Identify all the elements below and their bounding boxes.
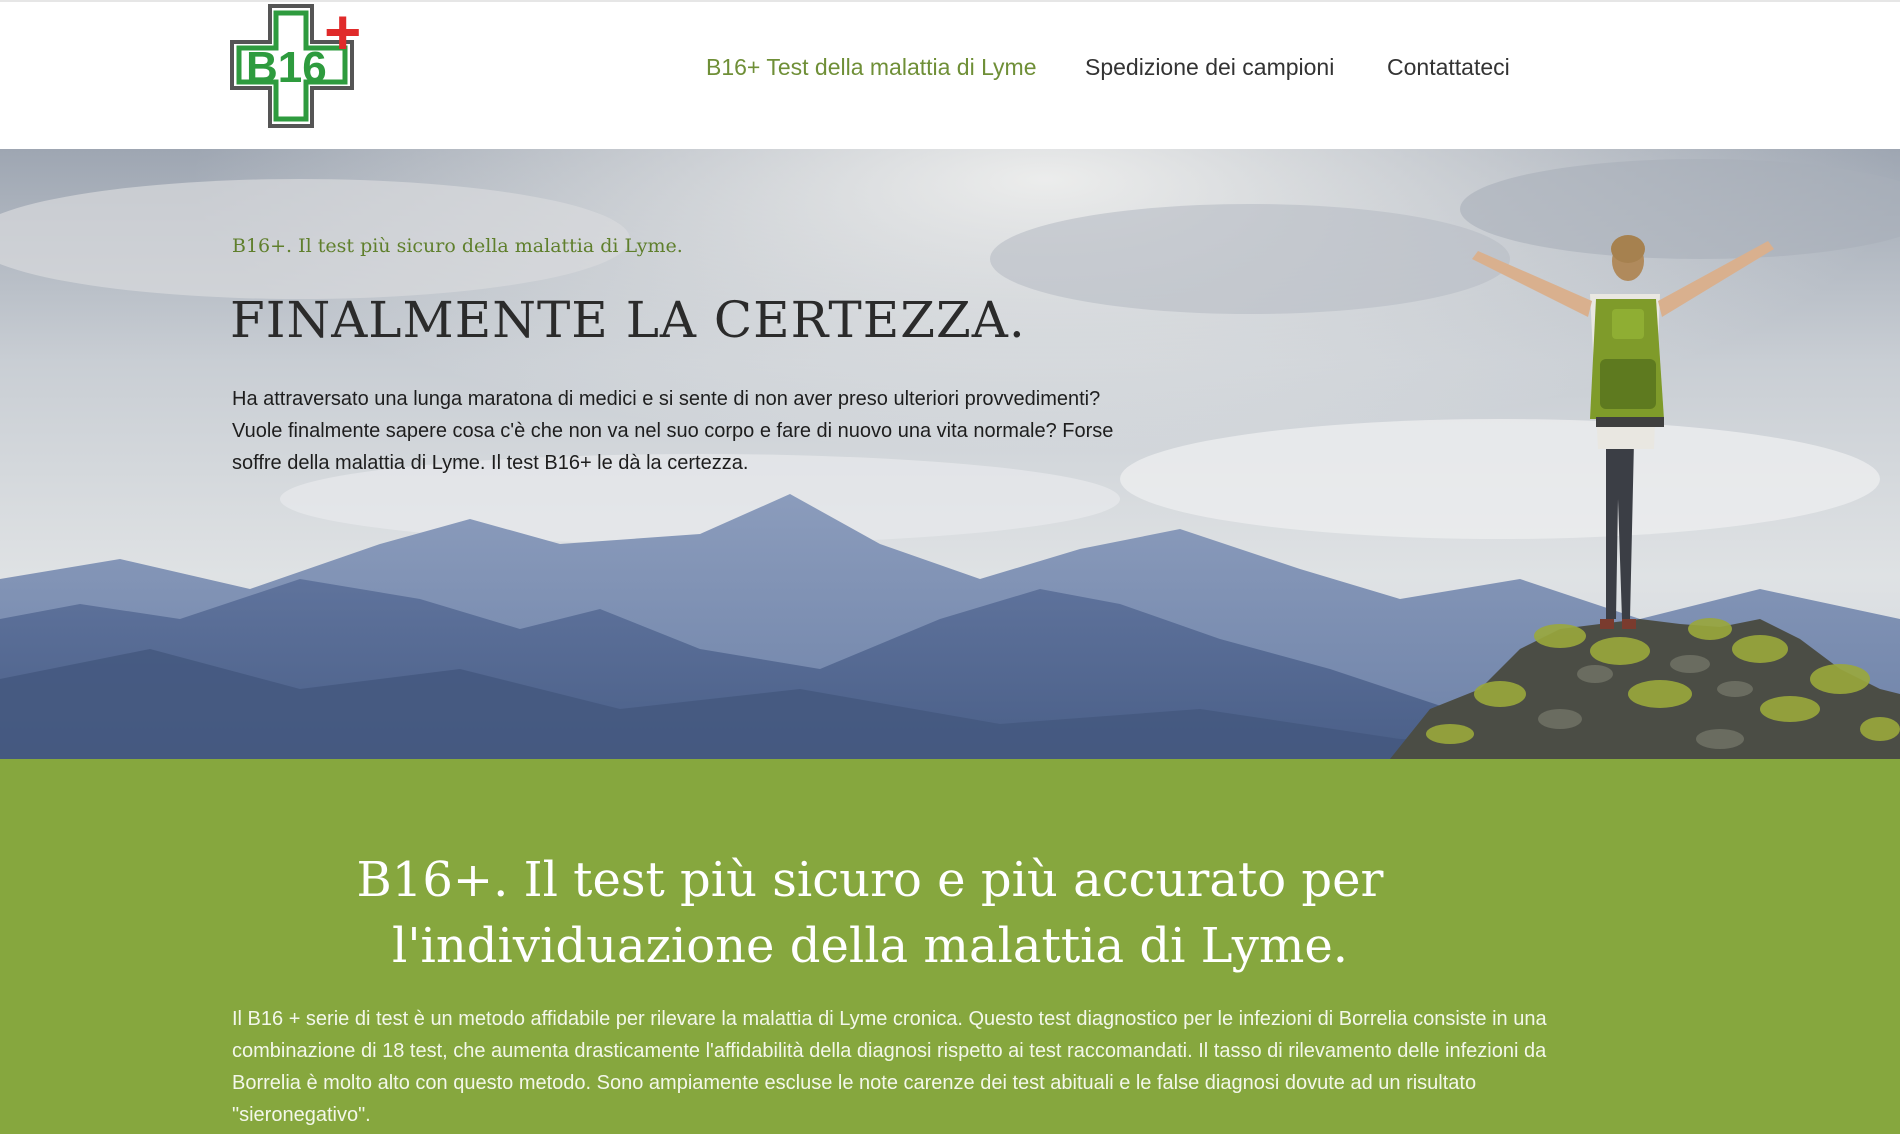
info-section: B16+. Il test più sicuro e più accurato … xyxy=(0,759,1900,1134)
hero-kicker: B16+. Il test più sicuro della malattia … xyxy=(232,235,683,257)
page: B16 + B16+ Test della malattia di Lyme S… xyxy=(0,0,1900,1134)
b16-logo[interactable]: B16 + xyxy=(230,4,366,128)
nav-link-lyme-test[interactable]: B16+ Test della malattia di Lyme xyxy=(706,50,1037,84)
hero-title: FINALMENTE LA CERTEZZA. xyxy=(230,291,1026,349)
section-title: B16+. Il test più sicuro e più accurato … xyxy=(300,847,1440,979)
section-title-line-1: B16+. Il test più sicuro e più accurato … xyxy=(356,852,1384,908)
hero-section: B16+. Il test più sicuro della malattia … xyxy=(0,149,1900,759)
section-text: Il B16 + serie di test è un metodo affid… xyxy=(232,1008,1547,1126)
site-header: B16 + B16+ Test della malattia di Lyme S… xyxy=(0,0,1900,149)
logo-text: B16 xyxy=(246,43,327,92)
nav-link-sample-shipping[interactable]: Spedizione dei campioni xyxy=(1085,50,1334,84)
nav-link-contact[interactable]: Contattateci xyxy=(1387,50,1510,84)
hero-text: Ha attraversato una lunga maratona di me… xyxy=(232,388,1114,474)
logo-plus: + xyxy=(324,4,361,68)
b16-cross-logo-icon: B16 + xyxy=(230,4,361,128)
section-title-line-2: l'individuazione della malattia di Lyme. xyxy=(391,918,1348,974)
